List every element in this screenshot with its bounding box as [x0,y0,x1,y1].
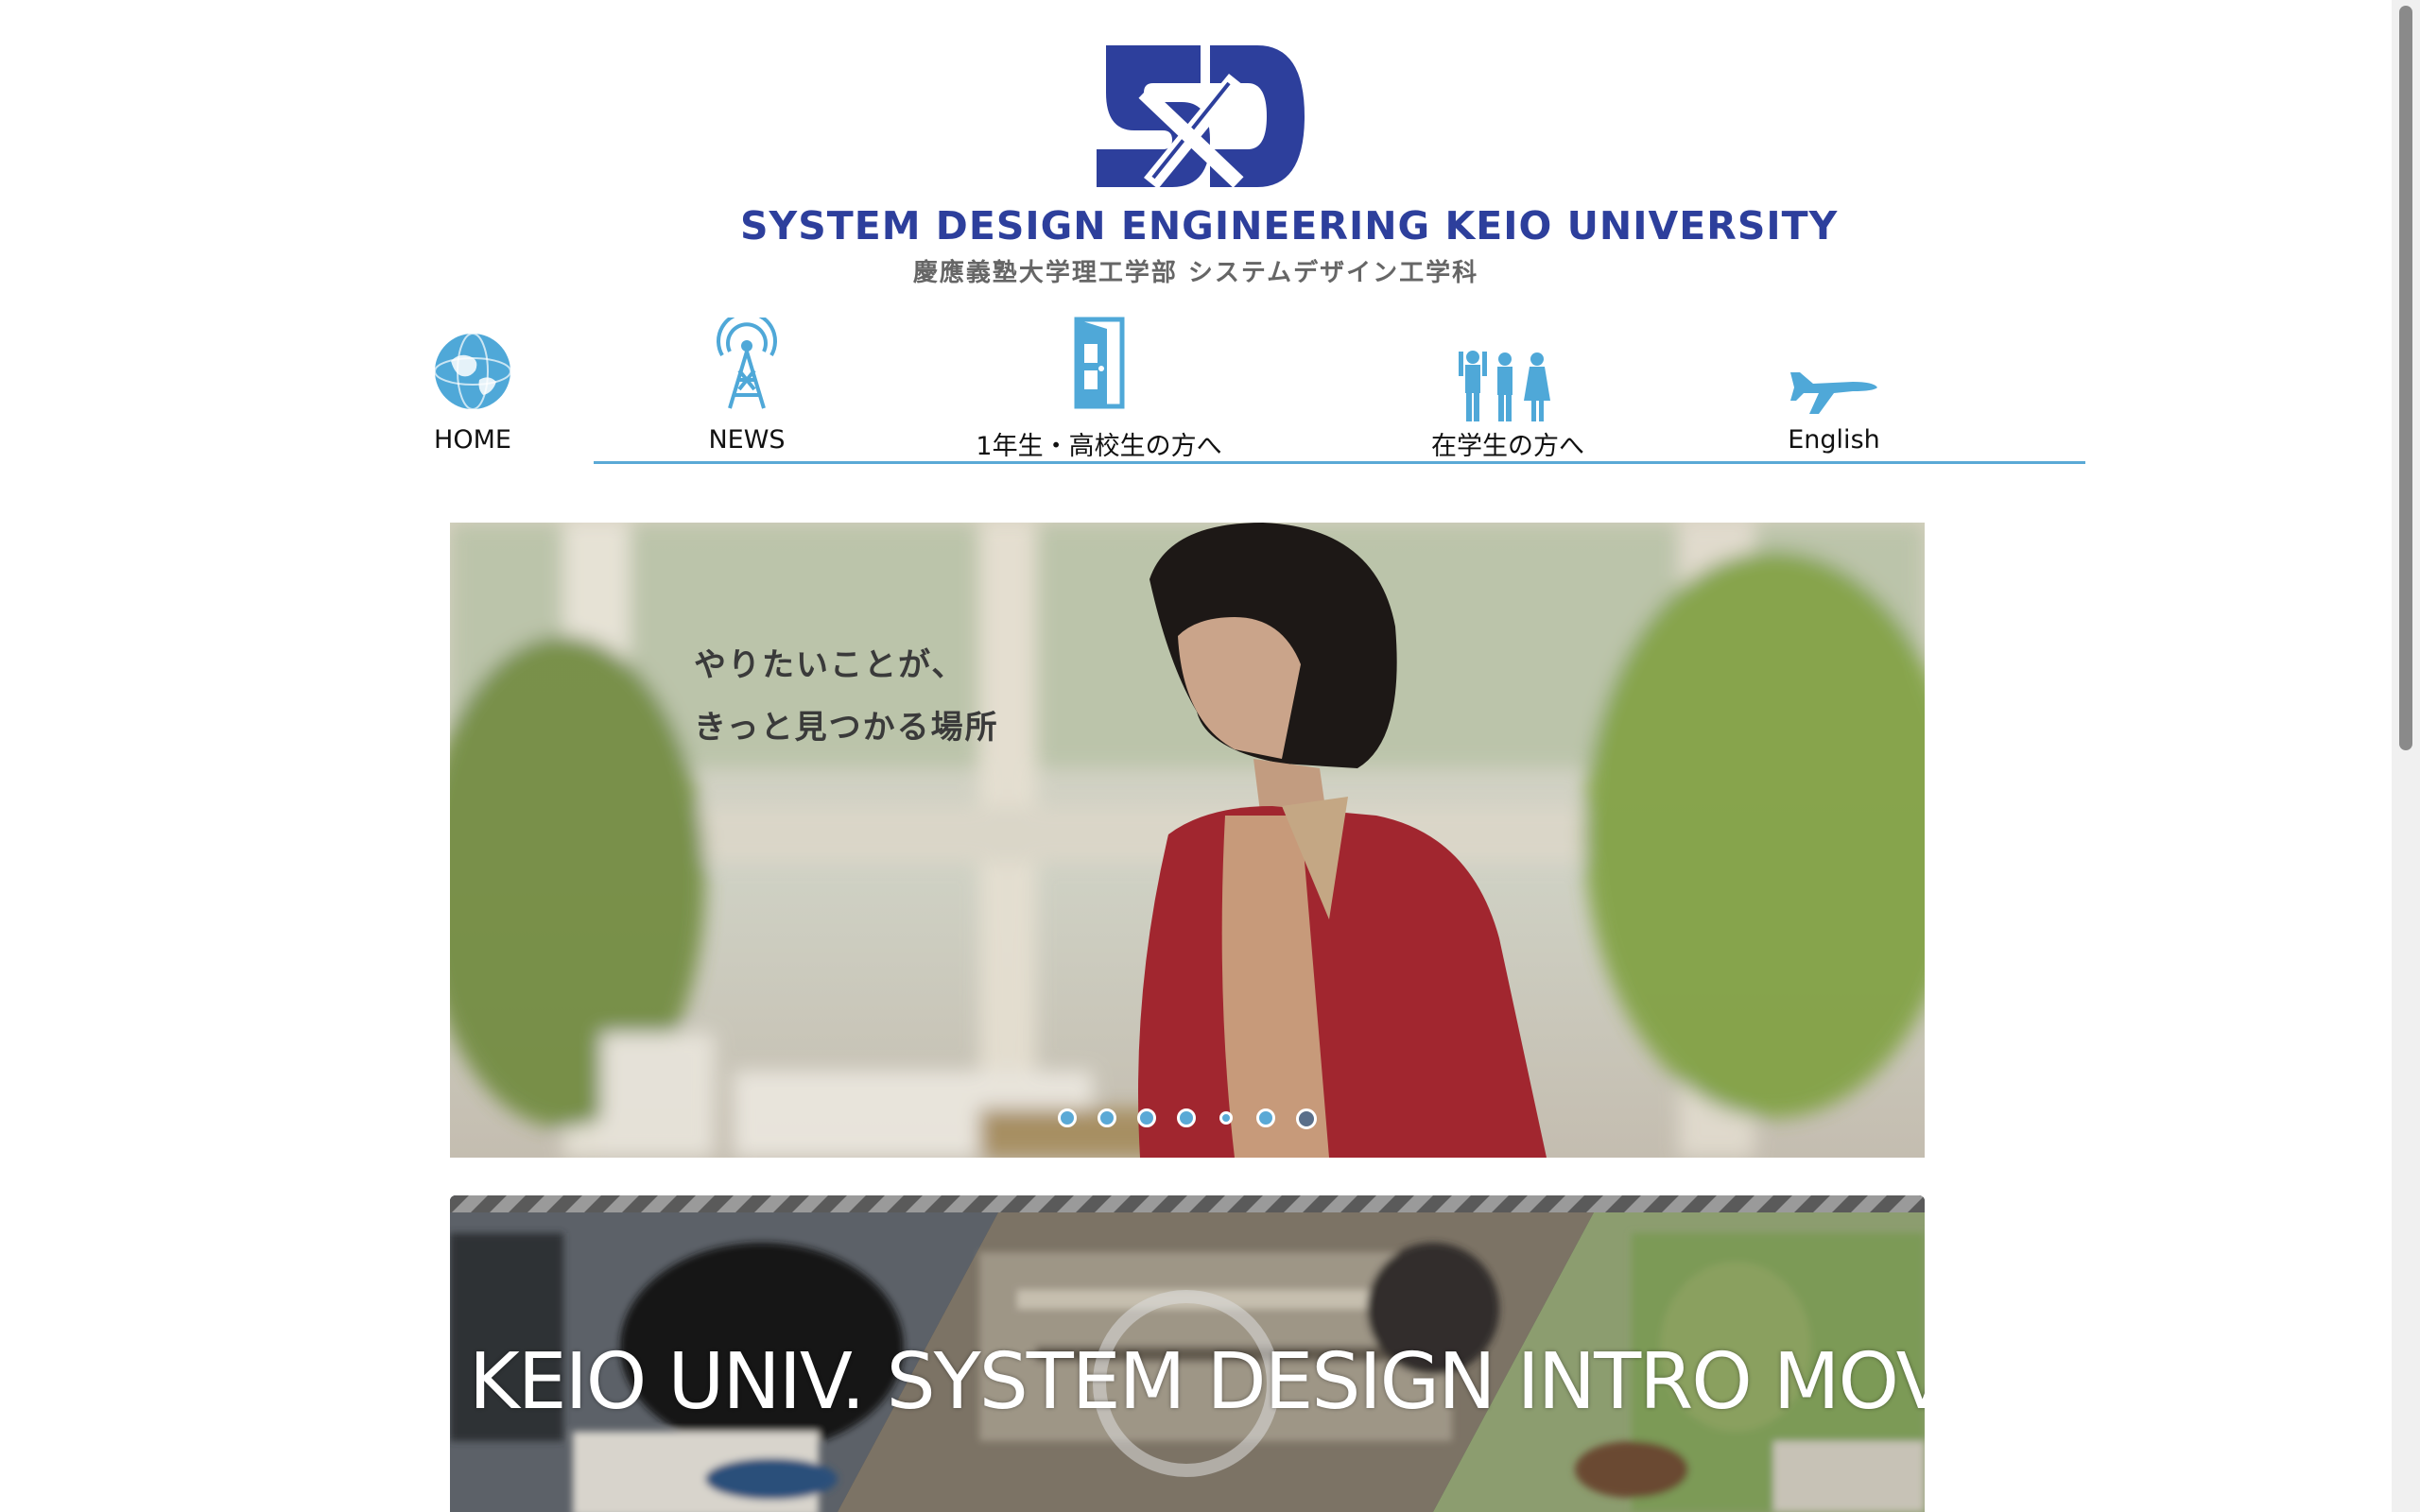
nav-item-freshmen[interactable]: 1年生・高校生の方へ [945,317,1253,463]
scrollbar-thumb[interactable] [2399,6,2412,750]
intro-movie-banner[interactable]: KEIO UNIV. SYSTEM DESIGN INTRO MOVIE [450,1195,1925,1512]
slider-dot[interactable] [1177,1108,1196,1127]
nav-underline [594,461,2085,464]
hero-tagline-line2: きっと見つかる場所 [694,709,999,747]
site-title: SYSTEM DESIGN ENGINEERING KEIO UNIVERSIT… [740,203,1839,249]
airplane-icon [1790,372,1877,414]
intro-movie-title: KEIO UNIV. SYSTEM DESIGN INTRO MOVIE [469,1337,1925,1427]
slider-dot[interactable] [1137,1108,1156,1127]
nav-label-news: NEWS [708,425,786,455]
hero-image [450,523,1925,1158]
nav-item-students[interactable]: 在学生の方へ [1409,321,1607,463]
slider-dot[interactable] [1058,1108,1077,1127]
radio-tower-icon [717,318,777,409]
nav-item-english[interactable]: English [1749,321,1919,463]
globe-icon [434,333,511,410]
hero-tagline-line1: やりたいことが、 [694,646,966,684]
slider-dot[interactable] [1098,1108,1116,1127]
people-icon [1459,351,1550,421]
hero-slider[interactable]: やりたいことが、 きっと見つかる場所 [450,523,1925,1158]
slider-dot[interactable] [1256,1108,1275,1127]
door-icon [1074,317,1124,409]
slider-pagination [450,1108,1925,1129]
slider-dot[interactable] [1219,1111,1233,1125]
page-scrollbar[interactable] [2392,0,2420,1512]
nav-label-english: English [1788,425,1880,455]
site-subtitle: 慶應義塾大学理工学部 システムデザイン工学科 [912,259,1479,287]
site-header: SYSTEM DESIGN ENGINEERING KEIO UNIVERSIT… [0,0,2420,302]
nav-item-news[interactable]: NEWS [662,318,832,463]
sd-logo-icon[interactable] [1087,36,1314,197]
hero-tagline: やりたいことが、 きっと見つかる場所 [694,634,999,759]
nav-label-home: HOME [434,425,511,455]
main-nav: HOME NEWS 1年生・高校生の方へ 在学生の方へ English [359,317,2099,472]
nav-label-freshmen: 1年生・高校生の方へ [976,432,1222,461]
slider-dot-active[interactable] [1296,1108,1317,1129]
nav-item-home[interactable]: HOME [388,321,558,463]
nav-label-students: 在学生の方へ [1431,432,1584,461]
